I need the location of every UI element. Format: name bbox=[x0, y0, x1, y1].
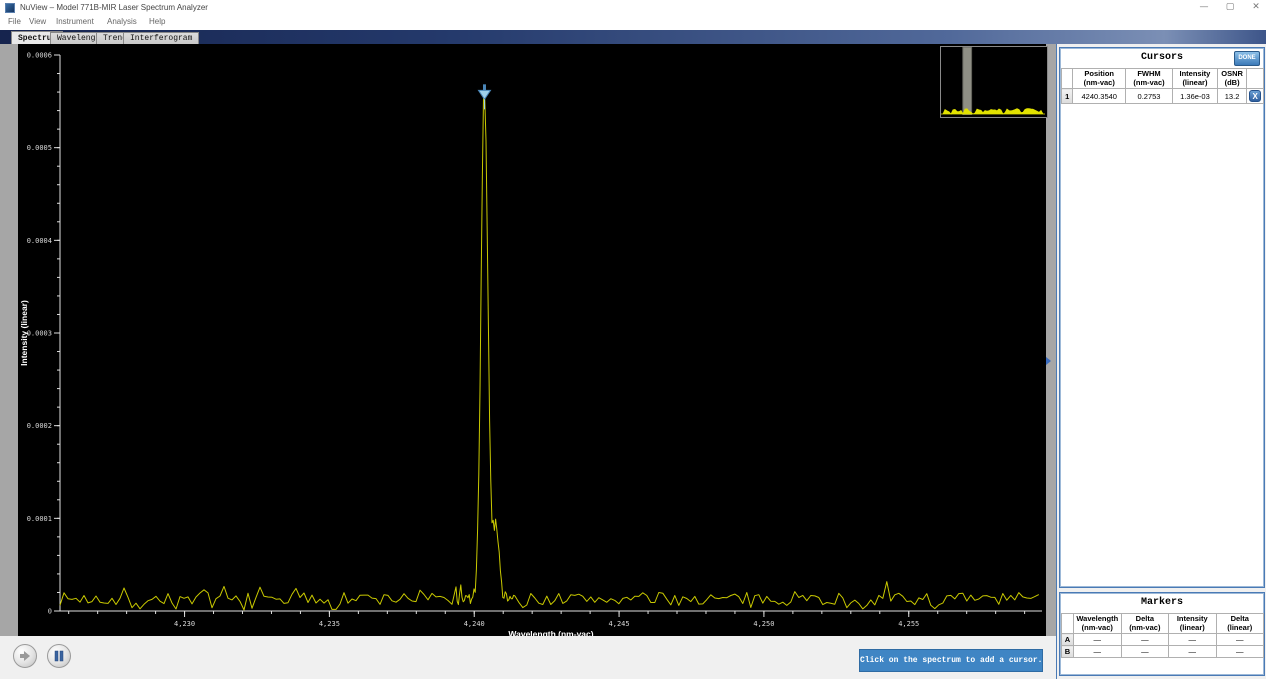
menu-help[interactable]: Help bbox=[149, 17, 165, 26]
svg-text:4,235: 4,235 bbox=[319, 620, 340, 628]
cursor-fwhm: 0.2753 bbox=[1126, 89, 1173, 104]
marker-b-id: B bbox=[1062, 646, 1074, 658]
menu-bar: File View Instrument Analysis Help bbox=[0, 15, 1266, 30]
tab-interferogram[interactable]: Interferogram bbox=[123, 32, 199, 44]
col-fwhm: FWHM (nm-vac) bbox=[1126, 69, 1173, 89]
plot-margin: 4,230 4,235 4,240 4,245 4,250 4,255 0 0.0001 0.0… bbox=[0, 44, 1056, 636]
spectrum-trace-svg[interactable]: 4,230 4,235 4,240 4,245 4,250 4,255 0 0.0001 0.0… bbox=[18, 44, 1046, 636]
close-button[interactable]: ✕ bbox=[1246, 1, 1266, 14]
title-bar: NuView – Model 771B-MIR Laser Spectrum A… bbox=[0, 0, 1266, 15]
svg-text:4,255: 4,255 bbox=[898, 620, 919, 628]
done-button[interactable]: DONE bbox=[1234, 51, 1260, 66]
svg-text:4,240: 4,240 bbox=[464, 620, 485, 628]
col-delta-nm: Delta (nm-vac) bbox=[1121, 614, 1168, 634]
cursor-hint-banner: Click on the spectrum to add a cursor. bbox=[859, 649, 1043, 672]
marker-row-a: A — — — — bbox=[1062, 634, 1264, 646]
spectrum-chart[interactable]: 4,230 4,235 4,240 4,245 4,250 4,255 0 0.0001 0.0… bbox=[18, 44, 1046, 636]
col-position: Position (nm-vac) bbox=[1073, 69, 1126, 89]
marker-a-delta-nm: — bbox=[1121, 634, 1168, 646]
col-wavelength: Wavelength (nm-vac) bbox=[1073, 614, 1121, 634]
markers-corner-cell bbox=[1062, 614, 1074, 634]
cursor-osnr: 13.2 bbox=[1217, 89, 1246, 104]
markers-panel-title: Markers bbox=[1060, 593, 1264, 613]
overview-inset-svg[interactable] bbox=[941, 47, 1045, 115]
tab-band: Spectrum Wavelength Trend Interferogram bbox=[0, 30, 1266, 44]
delete-cursor-button[interactable]: X bbox=[1249, 90, 1261, 102]
marker-b-intensity: — bbox=[1168, 646, 1216, 658]
marker-a-id: A bbox=[1062, 634, 1074, 646]
svg-text:Wavelength (nm-vac): Wavelength (nm-vac) bbox=[508, 629, 593, 636]
right-pane: Cursors DONE Position (nm-vac) FWHM (nm-… bbox=[1056, 44, 1266, 679]
marker-a-intensity: — bbox=[1168, 634, 1216, 646]
cursor-row-id: 1 bbox=[1062, 89, 1073, 104]
cursor-position: 4240.3540 bbox=[1073, 89, 1126, 104]
cursor-row: 1 4240.3540 0.2753 1.36e-03 13.2 X bbox=[1062, 89, 1264, 104]
col-intensity-lin: Intensity (linear) bbox=[1168, 614, 1216, 634]
svg-text:0.0003: 0.0003 bbox=[27, 330, 52, 338]
menu-view[interactable]: View bbox=[29, 17, 46, 26]
cursors-table: Position (nm-vac) FWHM (nm-vac) Intensit… bbox=[1061, 68, 1264, 104]
svg-text:0: 0 bbox=[48, 608, 52, 616]
svg-text:4,230: 4,230 bbox=[174, 620, 195, 628]
cursor-intensity: 1.36e-03 bbox=[1173, 89, 1218, 104]
marker-b-wavelength: — bbox=[1073, 646, 1121, 658]
cursors-corner-cell bbox=[1062, 69, 1073, 89]
marker-a-delta-lin: — bbox=[1216, 634, 1263, 646]
panel-collapse-arrow-icon[interactable] bbox=[1046, 357, 1051, 365]
svg-text:0.0002: 0.0002 bbox=[27, 422, 52, 430]
svg-text:4,245: 4,245 bbox=[609, 620, 630, 628]
pause-bars-icon bbox=[48, 645, 70, 667]
col-intensity: Intensity (linear) bbox=[1173, 69, 1218, 89]
app-window: NuView – Model 771B-MIR Laser Spectrum A… bbox=[0, 0, 1266, 679]
bottom-bar: Click on the spectrum to add a cursor. bbox=[0, 636, 1056, 679]
cursors-header-row: Position (nm-vac) FWHM (nm-vac) Intensit… bbox=[1062, 69, 1264, 89]
svg-text:Intensity (linear): Intensity (linear) bbox=[19, 300, 29, 366]
col-delta-lin: Delta (linear) bbox=[1216, 614, 1263, 634]
minimize-button[interactable]: — bbox=[1194, 1, 1214, 14]
maximize-button[interactable]: ▢ bbox=[1220, 1, 1240, 14]
svg-text:0.0006: 0.0006 bbox=[27, 52, 52, 60]
svg-text:4,250: 4,250 bbox=[753, 620, 774, 628]
marker-row-b: B — — — — bbox=[1062, 646, 1264, 658]
app-icon bbox=[5, 3, 15, 13]
svg-text:0.0004: 0.0004 bbox=[27, 237, 52, 245]
cursors-panel: Cursors DONE Position (nm-vac) FWHM (nm-… bbox=[1059, 47, 1265, 588]
menu-analysis[interactable]: Analysis bbox=[107, 17, 137, 26]
window-title: NuView – Model 771B-MIR Laser Spectrum A… bbox=[20, 3, 208, 12]
svg-text:0.0001: 0.0001 bbox=[27, 515, 52, 523]
menu-file[interactable]: File bbox=[8, 17, 21, 26]
menu-instrument[interactable]: Instrument bbox=[56, 17, 94, 26]
marker-b-delta-lin: — bbox=[1216, 646, 1263, 658]
overview-inset[interactable] bbox=[940, 46, 1048, 118]
play-button[interactable] bbox=[13, 644, 37, 668]
col-delete bbox=[1247, 69, 1264, 89]
markers-panel: Markers Wavelength (nm-vac) Delta (nm-va… bbox=[1059, 592, 1265, 676]
marker-b-delta-nm: — bbox=[1121, 646, 1168, 658]
markers-header-row: Wavelength (nm-vac) Delta (nm-vac) Inten… bbox=[1062, 614, 1264, 634]
marker-a-wavelength: — bbox=[1073, 634, 1121, 646]
play-arrow-icon bbox=[14, 645, 36, 667]
col-osnr: OSNR (dB) bbox=[1217, 69, 1246, 89]
pause-button[interactable] bbox=[47, 644, 71, 668]
svg-text:0.0005: 0.0005 bbox=[27, 144, 52, 152]
markers-table: Wavelength (nm-vac) Delta (nm-vac) Inten… bbox=[1061, 613, 1264, 658]
